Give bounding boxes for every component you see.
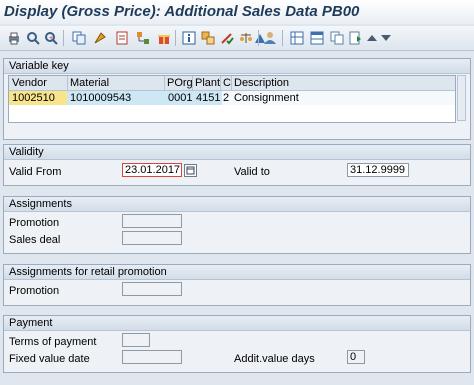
column-divider bbox=[220, 76, 221, 90]
sales-deal-field[interactable] bbox=[122, 231, 182, 245]
group-title: Validity bbox=[4, 145, 470, 160]
toolbar-separator bbox=[63, 30, 64, 46]
nested-icon[interactable] bbox=[200, 30, 216, 46]
terms-of-payment-label: Terms of payment bbox=[9, 336, 97, 348]
column-divider bbox=[192, 76, 193, 90]
valid-to-label: Valid to bbox=[234, 166, 270, 178]
column-header-description[interactable]: Description bbox=[234, 77, 289, 89]
group-title: Assignments for retail promotion bbox=[4, 265, 470, 280]
toolbar-separator bbox=[258, 30, 259, 46]
find-icon[interactable] bbox=[25, 30, 41, 46]
info-icon[interactable] bbox=[181, 30, 197, 46]
svg-text:+: + bbox=[49, 35, 53, 42]
column-divider bbox=[231, 76, 232, 90]
insert-icon[interactable] bbox=[347, 30, 363, 46]
table-icon[interactable] bbox=[309, 30, 325, 46]
window-title: Display (Gross Price): Additional Sales … bbox=[4, 3, 360, 20]
valid-to-field[interactable]: 31.12.9999 bbox=[347, 163, 409, 177]
table-scrollbar[interactable] bbox=[457, 75, 466, 121]
valid-from-label: Valid From bbox=[9, 166, 62, 178]
c-cell[interactable]: 2 bbox=[223, 91, 229, 105]
gift-icon[interactable] bbox=[156, 30, 172, 46]
column-divider bbox=[67, 76, 68, 90]
group-title: Variable key bbox=[4, 59, 470, 74]
table-row[interactable]: 1002510 1010009543 0001 4151 2 Consignme… bbox=[9, 91, 455, 105]
person-icon[interactable] bbox=[262, 30, 278, 46]
arrow-down-icon[interactable] bbox=[378, 30, 394, 46]
column-header-plant[interactable]: Plant bbox=[195, 77, 220, 89]
retail-promotion-title: Assignments for retail promotion bbox=[9, 266, 167, 278]
column-header-c[interactable]: C bbox=[223, 77, 231, 89]
terms-of-payment-field[interactable] bbox=[122, 333, 150, 347]
assignments-group: Assignments Promotion Sales deal bbox=[3, 196, 471, 254]
grid-icon[interactable] bbox=[289, 30, 305, 46]
pencil-check-icon[interactable] bbox=[219, 30, 235, 46]
addit-value-days-label: Addit.value days bbox=[234, 353, 315, 365]
tree-icon[interactable] bbox=[135, 30, 151, 46]
document-icon[interactable] bbox=[114, 30, 130, 46]
retail-promotion-field[interactable] bbox=[122, 282, 182, 296]
print-icon[interactable] bbox=[6, 30, 22, 46]
execute-icon[interactable] bbox=[92, 30, 108, 46]
fixed-value-date-field[interactable] bbox=[122, 350, 182, 364]
copy-rows-icon[interactable] bbox=[329, 30, 345, 46]
addit-value-days-field[interactable]: 0 bbox=[347, 350, 365, 364]
column-header-porg[interactable]: POrg bbox=[167, 77, 193, 89]
payment-title: Payment bbox=[9, 317, 53, 329]
calendar-icon[interactable] bbox=[184, 164, 197, 177]
valid-from-field[interactable]: 23.01.2017 bbox=[122, 163, 182, 177]
sales-deal-label: Sales deal bbox=[9, 234, 61, 246]
plant-cell[interactable]: 4151 bbox=[193, 91, 222, 105]
application-toolbar: + bbox=[0, 26, 474, 51]
vendor-cell[interactable]: 1002510 bbox=[9, 91, 68, 105]
title-bar: Display (Gross Price): Additional Sales … bbox=[0, 0, 474, 24]
fixed-value-date-label: Fixed value date bbox=[9, 353, 90, 365]
validity-title: Validity bbox=[9, 146, 44, 158]
toolbar-separator bbox=[282, 30, 283, 46]
promotion-field[interactable] bbox=[122, 214, 182, 228]
retail-promotion-label: Promotion bbox=[9, 285, 60, 297]
variable-key-table: Vendor Material POrg Plant C Description… bbox=[8, 75, 456, 123]
find-next-icon[interactable]: + bbox=[43, 30, 59, 46]
promotion-label: Promotion bbox=[9, 217, 60, 229]
group-title: Assignments bbox=[4, 197, 470, 212]
payment-group: Payment Terms of payment Fixed value dat… bbox=[3, 315, 471, 373]
description-cell[interactable]: Consignment bbox=[234, 91, 299, 105]
toolbar-separator bbox=[175, 30, 176, 46]
variable-key-group: Variable key Vendor Material POrg Plant … bbox=[3, 58, 471, 140]
column-divider bbox=[164, 76, 165, 90]
copy-icon[interactable] bbox=[71, 30, 87, 46]
variable-key-title: Variable key bbox=[9, 60, 69, 72]
column-header-vendor[interactable]: Vendor bbox=[12, 77, 47, 89]
assignments-title: Assignments bbox=[9, 198, 72, 210]
group-title: Payment bbox=[4, 316, 470, 331]
porg-cell[interactable]: 0001 bbox=[165, 91, 194, 105]
validity-group: Validity Valid From 23.01.2017 Valid to … bbox=[3, 144, 471, 186]
material-cell[interactable]: 1010009543 bbox=[67, 91, 166, 105]
column-header-material[interactable]: Material bbox=[70, 77, 109, 89]
table-header: Vendor Material POrg Plant C Description bbox=[9, 76, 455, 91]
retail-promotion-group: Assignments for retail promotion Promoti… bbox=[3, 264, 471, 306]
